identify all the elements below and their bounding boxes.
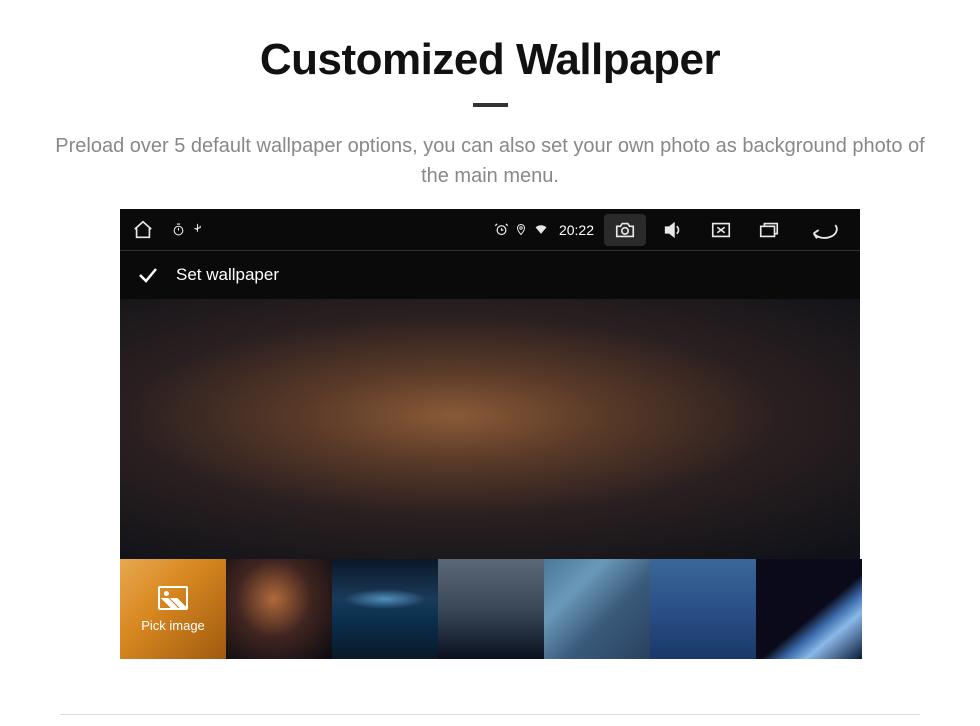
recent-apps-button[interactable]: [748, 214, 790, 246]
screenshot-button[interactable]: [604, 214, 646, 246]
page-title: Customized Wallpaper: [260, 35, 720, 85]
wallpaper-thumb[interactable]: [756, 559, 862, 659]
title-divider: [473, 103, 508, 107]
action-bar-title: Set wallpaper: [176, 265, 279, 285]
action-bar: Set wallpaper: [120, 251, 860, 299]
volume-button[interactable]: [652, 214, 694, 246]
wallpaper-thumbnails: Pick image: [120, 559, 860, 659]
usb-icon: [191, 223, 204, 236]
page-subtitle: Preload over 5 default wallpaper options…: [50, 131, 930, 191]
section-divider: [60, 714, 920, 715]
confirm-icon[interactable]: [136, 263, 160, 287]
wallpaper-thumb[interactable]: [544, 559, 650, 659]
home-icon[interactable]: [132, 219, 154, 241]
back-button[interactable]: [796, 214, 848, 246]
pick-image-label: Pick image: [141, 618, 205, 633]
wallpaper-thumb[interactable]: [226, 559, 332, 659]
pick-image-button[interactable]: Pick image: [120, 559, 226, 659]
image-icon: [158, 586, 188, 610]
status-bar: 20:22: [120, 209, 860, 251]
device-screenshot: 20:22 S: [120, 209, 860, 659]
wallpaper-preview[interactable]: [120, 299, 860, 559]
alarm-icon: [494, 222, 509, 237]
wifi-icon: [533, 223, 549, 236]
wallpaper-thumb[interactable]: [650, 559, 756, 659]
wallpaper-thumb[interactable]: [438, 559, 544, 659]
close-button[interactable]: [700, 214, 742, 246]
location-icon: [515, 222, 527, 237]
timer-icon: [172, 223, 185, 236]
wallpaper-thumb[interactable]: [332, 559, 438, 659]
status-time: 20:22: [559, 222, 594, 238]
